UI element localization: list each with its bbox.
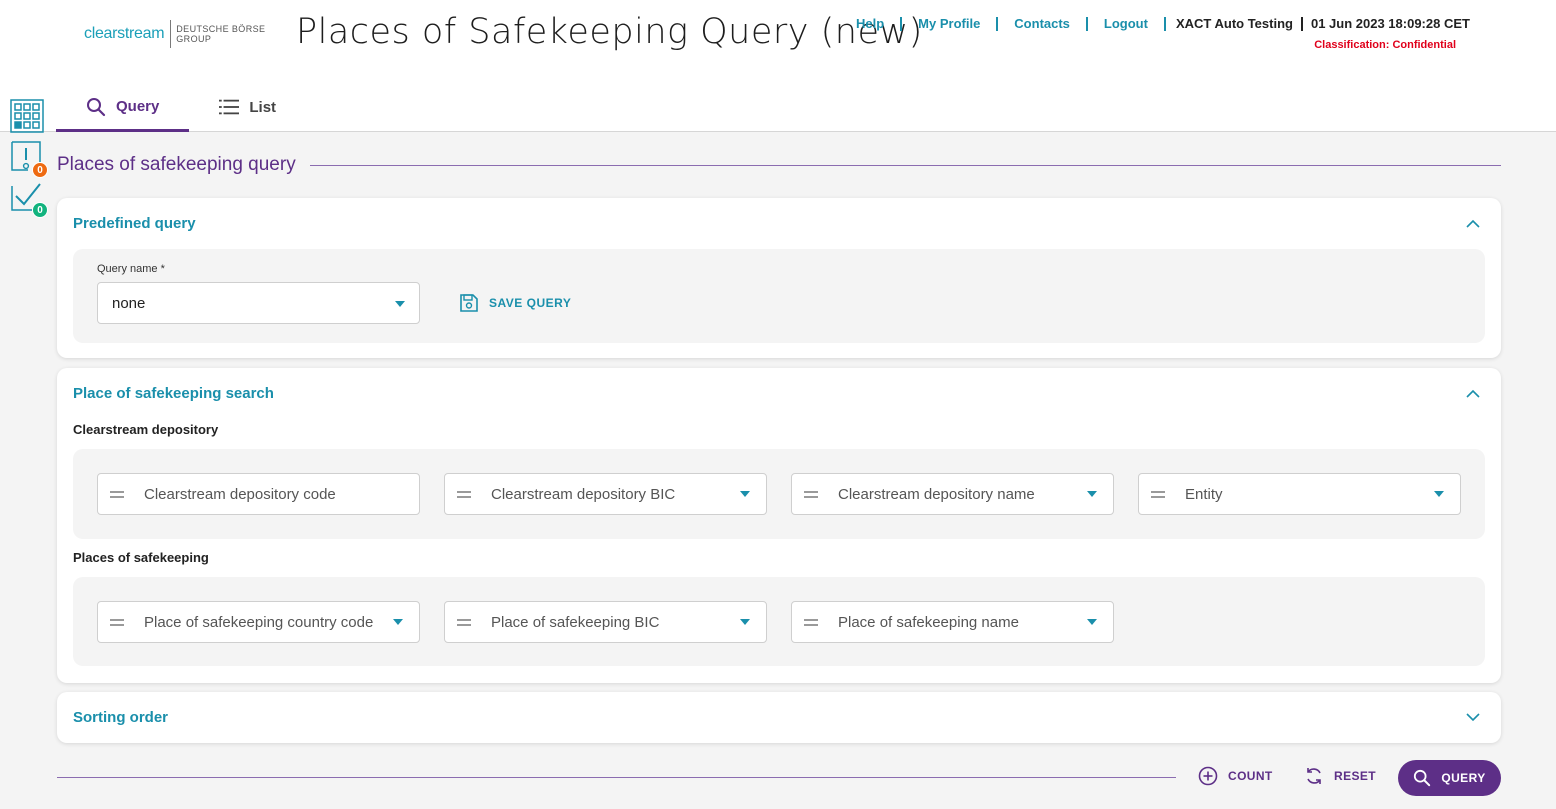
predefined-query-title[interactable]: Predefined query bbox=[73, 215, 196, 232]
count-label: COUNT bbox=[1228, 769, 1273, 783]
predefined-query-panel: Predefined query Query name * none SAVE … bbox=[57, 198, 1501, 358]
save-query-button[interactable]: SAVE QUERY bbox=[459, 293, 571, 313]
logo-group: DEUTSCHE BÖRSE GROUP bbox=[176, 24, 265, 44]
page-title: Places of Safekeeping Query (new) bbox=[296, 12, 923, 52]
nav-divider bbox=[900, 16, 903, 31]
reset-label: RESET bbox=[1334, 769, 1377, 783]
drag-handle-icon[interactable] bbox=[457, 618, 471, 626]
depository-bic-select[interactable]: Clearstream depository BIC bbox=[444, 473, 767, 515]
count-button[interactable]: COUNT bbox=[1198, 766, 1273, 786]
nav-divider bbox=[1163, 16, 1166, 31]
section-title: Places of safekeeping query bbox=[57, 154, 296, 175]
place-bic-placeholder: Place of safekeeping BIC bbox=[491, 613, 660, 631]
query-label: QUERY bbox=[1441, 771, 1486, 785]
depository-code-input[interactable]: Clearstream depository code bbox=[97, 473, 420, 515]
app-grid-button[interactable] bbox=[10, 99, 44, 133]
predefined-query-body: Query name * none SAVE QUERY bbox=[73, 249, 1485, 343]
tab-query-label: Query bbox=[116, 98, 160, 115]
chevron-up-icon[interactable] bbox=[1465, 216, 1481, 232]
list-icon bbox=[219, 99, 240, 115]
tab-list-label: List bbox=[249, 98, 277, 116]
logo-group-line2: GROUP bbox=[176, 34, 212, 44]
save-icon bbox=[460, 294, 478, 312]
plus-circle-icon bbox=[1198, 766, 1218, 786]
contacts-link[interactable]: Contacts bbox=[1014, 16, 1070, 31]
drag-handle-icon[interactable] bbox=[457, 490, 471, 498]
tab-list[interactable]: List bbox=[189, 84, 306, 130]
depository-bic-placeholder: Clearstream depository BIC bbox=[491, 485, 676, 503]
footer-divider bbox=[57, 777, 1176, 778]
view-tabs: Query List bbox=[56, 84, 306, 132]
alerts-button[interactable]: 0 bbox=[10, 140, 48, 178]
place-name-select[interactable]: Place of safekeeping name bbox=[791, 601, 1114, 643]
save-query-label: SAVE QUERY bbox=[489, 296, 572, 310]
section-divider bbox=[310, 165, 1501, 166]
places-fields-group: Place of safekeeping country code Place … bbox=[73, 577, 1485, 666]
reset-button[interactable]: RESET bbox=[1304, 766, 1376, 786]
drag-handle-icon[interactable] bbox=[804, 490, 818, 498]
search-icon bbox=[87, 97, 106, 116]
refresh-icon bbox=[1307, 768, 1321, 784]
logo-wordmark: clearstream bbox=[84, 25, 165, 42]
help-link[interactable]: Help bbox=[856, 16, 884, 31]
alerts-count-badge: 0 bbox=[32, 162, 48, 178]
tasks-count-badge: 0 bbox=[32, 202, 48, 218]
caret-down-icon bbox=[393, 619, 403, 625]
nav-divider bbox=[996, 16, 999, 31]
safekeeping-search-panel: Place of safekeeping search Clearstream … bbox=[57, 368, 1501, 683]
place-country-code-select[interactable]: Place of safekeeping country code bbox=[97, 601, 420, 643]
caret-down-icon bbox=[1434, 491, 1444, 497]
clearstream-logo[interactable]: clearstream DEUTSCHE BÖRSE GROUP bbox=[84, 20, 265, 48]
logo-divider bbox=[170, 20, 172, 48]
caret-down-icon bbox=[740, 491, 750, 497]
drag-handle-icon[interactable] bbox=[1151, 490, 1165, 498]
safekeeping-search-title[interactable]: Place of safekeeping search bbox=[73, 385, 274, 402]
caret-down-icon bbox=[395, 301, 405, 307]
user-name: XACT Auto Testing bbox=[1175, 16, 1293, 31]
session-datetime: 01 Jun 2023 18:09:28 CET bbox=[1310, 16, 1470, 31]
caret-down-icon bbox=[740, 619, 750, 625]
drag-handle-icon[interactable] bbox=[110, 490, 124, 498]
query-button[interactable]: QUERY bbox=[1398, 760, 1501, 796]
tab-query[interactable]: Query bbox=[56, 84, 190, 132]
sorting-order-panel: Sorting order bbox=[57, 692, 1501, 743]
place-bic-select[interactable]: Place of safekeeping BIC bbox=[444, 601, 767, 643]
nav-divider bbox=[1085, 16, 1088, 31]
depository-name-select[interactable]: Clearstream depository name bbox=[791, 473, 1114, 515]
app-header: clearstream DEUTSCHE BÖRSE GROUP Places … bbox=[0, 0, 1556, 132]
top-nav: Help My Profile Contacts Logout XACT Aut… bbox=[856, 16, 1470, 31]
sorting-order-title[interactable]: Sorting order bbox=[73, 709, 168, 726]
logo-group-line1: DEUTSCHE BÖRSE bbox=[176, 24, 266, 34]
app-grid-icon bbox=[10, 99, 44, 133]
chevron-up-icon[interactable] bbox=[1465, 386, 1481, 402]
depository-code-placeholder: Clearstream depository code bbox=[144, 485, 336, 503]
query-name-select[interactable]: none bbox=[97, 282, 420, 324]
entity-select[interactable]: Entity bbox=[1138, 473, 1461, 515]
drag-handle-icon[interactable] bbox=[804, 618, 818, 626]
depository-group-label: Clearstream depository bbox=[73, 422, 219, 437]
entity-placeholder: Entity bbox=[1185, 485, 1223, 503]
nav-divider bbox=[1300, 16, 1303, 31]
depository-fields-group: Clearstream depository code Clearstream … bbox=[73, 449, 1485, 539]
query-name-value: none bbox=[112, 294, 146, 312]
classification-label: Classification: Confidential bbox=[1314, 39, 1456, 51]
places-group-label: Places of safekeeping bbox=[73, 550, 209, 565]
place-name-placeholder: Place of safekeeping name bbox=[838, 613, 1019, 631]
chevron-down-icon[interactable] bbox=[1465, 709, 1481, 725]
place-country-code-placeholder: Place of safekeeping country code bbox=[144, 613, 374, 631]
logout-link[interactable]: Logout bbox=[1104, 16, 1148, 31]
drag-handle-icon[interactable] bbox=[110, 618, 124, 626]
tasks-button[interactable]: 0 bbox=[10, 180, 48, 218]
caret-down-icon bbox=[1087, 491, 1097, 497]
query-name-label: Query name * bbox=[97, 263, 165, 275]
depository-name-placeholder: Clearstream depository name bbox=[838, 485, 1035, 503]
my-profile-link[interactable]: My Profile bbox=[918, 16, 980, 31]
search-icon bbox=[1414, 769, 1431, 787]
caret-down-icon bbox=[1087, 619, 1097, 625]
